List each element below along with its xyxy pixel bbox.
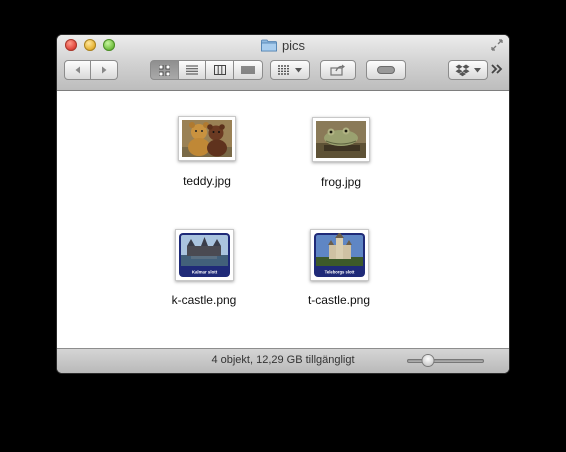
file-item-frog[interactable]: frog.jpg	[281, 116, 401, 201]
file-name: t-castle.png	[307, 293, 371, 307]
columns-icon	[213, 65, 226, 75]
label-pill-icon	[377, 66, 395, 74]
forward-arrow-icon	[102, 66, 107, 74]
titlebar: pics	[57, 35, 509, 91]
folder-icon	[261, 39, 277, 52]
file-name: teddy.jpg	[183, 174, 231, 188]
status-bar: 4 objekt, 12,29 GB tillgängligt	[57, 348, 509, 373]
fullscreen-icon[interactable]	[491, 39, 503, 51]
grid-icon	[159, 64, 170, 76]
file-item-k-castle[interactable]: Kalmar slott k-castle.png	[144, 229, 264, 314]
icon-view-button[interactable]	[150, 60, 179, 80]
share-icon	[330, 64, 345, 76]
file-name: k-castle.png	[171, 293, 237, 307]
list-icon	[186, 65, 198, 75]
label-button[interactable]	[366, 60, 406, 80]
window-title-bar: pics	[57, 38, 509, 54]
finder-window: pics teddy.jpg frog.jpg Kalmar slott k-c…	[57, 35, 509, 373]
file-item-teddy[interactable]: teddy.jpg	[147, 116, 267, 201]
dropbox-button[interactable]	[448, 60, 488, 80]
double-chevron-icon[interactable]	[491, 64, 503, 74]
window-title: pics	[281, 38, 306, 53]
file-item-t-castle[interactable]: Teleborgs slott t-castle.png	[279, 229, 399, 314]
view-mode-control	[150, 60, 263, 80]
nav-buttons	[64, 60, 118, 80]
teddy-thumbnail	[178, 116, 236, 161]
list-view-button[interactable]	[179, 60, 206, 80]
file-icon-area: teddy.jpg frog.jpg Kalmar slott k-castle…	[57, 91, 509, 348]
back-arrow-icon	[75, 66, 80, 74]
chevron-down-icon	[295, 67, 302, 72]
frog-thumbnail	[312, 117, 370, 162]
chevron-down-icon	[474, 67, 481, 72]
dropbox-icon	[455, 64, 470, 76]
castle-caption: Teleborgs slott	[325, 270, 355, 275]
icon-size-slider-knob[interactable]	[422, 355, 434, 366]
coverflow-view-button[interactable]	[234, 60, 263, 80]
file-name: frog.jpg	[320, 175, 362, 189]
t-castle-thumbnail: Teleborgs slott	[310, 229, 369, 281]
forward-button[interactable]	[91, 60, 118, 80]
castle-caption: Kalmar slott	[192, 270, 218, 275]
k-castle-thumbnail: Kalmar slott	[175, 229, 234, 281]
coverflow-icon	[241, 66, 255, 74]
share-button[interactable]	[320, 60, 356, 80]
column-view-button[interactable]	[206, 60, 234, 80]
arrange-grid-icon	[278, 65, 290, 75]
arrange-button[interactable]	[270, 60, 310, 80]
icon-size-slider[interactable]	[407, 359, 484, 363]
back-button[interactable]	[64, 60, 91, 80]
